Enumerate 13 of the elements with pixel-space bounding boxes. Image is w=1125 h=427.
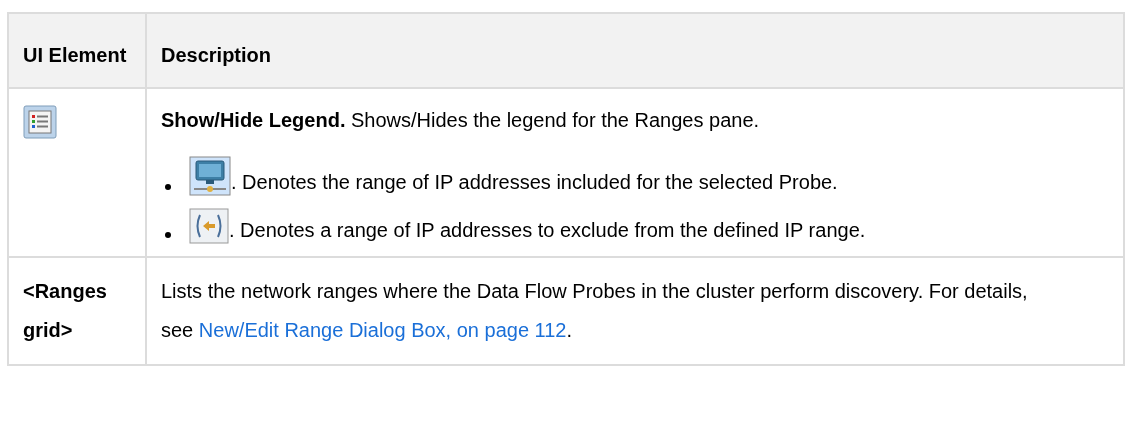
bullet-text: . Denotes the range of IP addresses included for the selected Probe. bbox=[231, 170, 838, 195]
bullet bbox=[165, 232, 171, 238]
description-text: Lists the network ranges where the Data Flow Probes in the cluster perform discovery. For details, see New/Edit Range Dialog Box, on page 112. bbox=[161, 279, 1029, 343]
bullet-text: . Denotes a range of IP addresses to exclude from the defined IP range. bbox=[229, 218, 866, 243]
bullet bbox=[165, 184, 171, 190]
description-text: Show/Hide Legend. Shows/Hides the legend for the Ranges pane. bbox=[161, 108, 761, 133]
legend-icon bbox=[23, 105, 57, 139]
column-header: UI Element bbox=[23, 43, 127, 68]
column-header: Description bbox=[161, 43, 272, 68]
exclude-range-icon bbox=[189, 208, 229, 244]
page-link[interactable]: New/Edit Range Dialog Box, on page 112 bbox=[198, 319, 567, 341]
monitor-icon bbox=[189, 156, 231, 196]
element-name: <Ranges grid> bbox=[23, 279, 108, 343]
